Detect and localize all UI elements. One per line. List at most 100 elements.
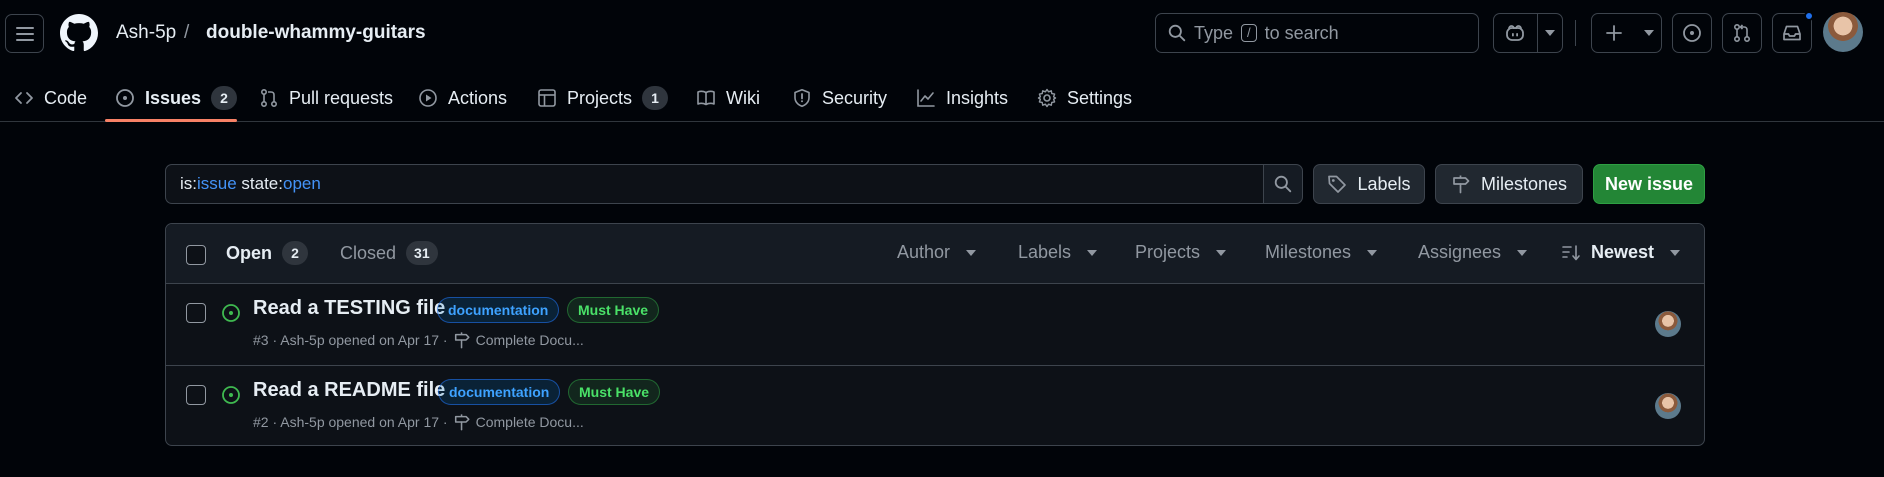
chevron-down-icon [1544, 30, 1555, 36]
issue-opened-icon [222, 304, 240, 322]
filter-state-value: open [283, 174, 321, 193]
tag-icon [1328, 175, 1347, 193]
tab-wiki[interactable]: Wiki [696, 74, 760, 122]
issue-list: Open 2 Closed 31 Author Labels Projects … [165, 223, 1705, 446]
tab-issues-label: Issues [145, 87, 202, 108]
search-icon [1274, 175, 1292, 193]
tab-actions[interactable]: Actions [418, 74, 507, 122]
milestone-icon [1453, 175, 1470, 194]
issues-shortcut-button[interactable] [1672, 13, 1712, 53]
tab-projects[interactable]: Projects 1 [537, 74, 669, 122]
labels-button[interactable]: Labels [1313, 164, 1425, 204]
milestones-button-label: Milestones [1480, 173, 1568, 194]
milestones-filter-label: Milestones [1265, 242, 1352, 262]
issue-opened-icon [116, 89, 134, 107]
open-issues-label: Open [226, 242, 273, 263]
tab-projects-label: Projects [567, 87, 633, 108]
issue-title-link[interactable]: Read a README file [253, 379, 445, 402]
issues-filter-input[interactable]: is: issue state: open [165, 164, 1264, 204]
chevron-down-icon [1367, 249, 1378, 256]
assignee-avatar[interactable] [1655, 393, 1681, 419]
tab-code-label: Code [44, 87, 88, 108]
issue-select-checkbox[interactable] [186, 303, 206, 323]
global-search-input[interactable]: Type / to search [1155, 13, 1479, 53]
filter-is-key: is: [180, 174, 197, 193]
copilot-button-group [1493, 13, 1563, 53]
new-issue-button[interactable]: New issue [1593, 164, 1705, 204]
label-must-have[interactable]: Must Have [568, 379, 661, 405]
inbox-icon [1783, 25, 1801, 41]
issue-opened-icon [222, 386, 240, 404]
assignees-filter-dropdown[interactable]: Assignees [1418, 242, 1528, 263]
copilot-button[interactable] [1494, 14, 1537, 52]
chevron-down-icon [1216, 249, 1227, 256]
chevron-down-icon [1087, 249, 1098, 256]
tab-security[interactable]: Security [792, 74, 887, 122]
closed-issues-count: 31 [406, 241, 438, 265]
issue-list-header: Open 2 Closed 31 Author Labels Projects … [166, 224, 1704, 284]
plus-icon [1606, 25, 1622, 41]
breadcrumb-repo[interactable]: double-whammy-guitars [206, 22, 426, 44]
breadcrumb-owner[interactable]: Ash-5p [116, 22, 176, 44]
book-icon [697, 90, 715, 106]
projects-filter-dropdown[interactable]: Projects [1135, 242, 1227, 263]
tab-pull-requests[interactable]: Pull requests [259, 74, 393, 122]
filter-search-button[interactable] [1263, 164, 1303, 204]
open-issues-tab[interactable]: Open 2 [226, 241, 309, 265]
play-icon [419, 89, 437, 107]
open-issues-count: 2 [282, 241, 309, 265]
gear-icon [1037, 88, 1057, 108]
label-must-have[interactable]: Must Have [567, 297, 660, 323]
copilot-icon [1506, 25, 1525, 41]
label-documentation[interactable]: documentation [437, 297, 560, 323]
header-divider [1575, 20, 1576, 46]
issue-row: Read a TESTING file documentation Must H… [166, 284, 1704, 365]
chevron-down-icon [966, 249, 977, 256]
pull-requests-shortcut-button[interactable] [1722, 13, 1762, 53]
issue-milestone-link[interactable]: Complete Docu... [476, 414, 584, 430]
milestones-button[interactable]: Milestones [1435, 164, 1583, 204]
label-documentation[interactable]: documentation [438, 379, 561, 405]
tab-insights[interactable]: Insights [916, 74, 1008, 122]
issue-meta-text: #2 · Ash-5p opened on Apr 17 · [253, 414, 448, 430]
issue-milestone-link[interactable]: Complete Docu... [476, 332, 584, 348]
issue-meta-text: #3 · Ash-5p opened on Apr 17 · [253, 332, 448, 348]
milestone-icon [454, 414, 470, 431]
assignees-filter-label: Assignees [1418, 242, 1502, 262]
create-new-button[interactable] [1592, 14, 1636, 52]
chevron-down-icon [1670, 249, 1681, 256]
tab-settings-label: Settings [1067, 87, 1133, 108]
search-placeholder-post: to search [1264, 22, 1339, 43]
github-logo-icon[interactable] [60, 14, 98, 52]
copilot-dropdown-button[interactable] [1538, 14, 1562, 52]
closed-issues-label: Closed [340, 242, 397, 263]
tab-issues-count: 2 [211, 86, 238, 110]
user-avatar[interactable] [1823, 12, 1863, 52]
create-new-dropdown-button[interactable] [1636, 14, 1661, 52]
tab-projects-count: 1 [642, 86, 669, 110]
author-filter-dropdown[interactable]: Author [897, 242, 977, 263]
table-icon [538, 89, 556, 107]
issue-title-link[interactable]: Read a TESTING file [253, 297, 445, 320]
shield-icon [794, 89, 810, 108]
hamburger-icon [15, 26, 34, 41]
filter-is-value: issue [197, 174, 237, 193]
milestones-filter-dropdown[interactable]: Milestones [1265, 242, 1378, 263]
chevron-down-icon [1517, 249, 1528, 256]
breadcrumb-separator: / [184, 22, 190, 43]
tab-settings[interactable]: Settings [1037, 74, 1132, 122]
select-all-checkbox[interactable] [186, 245, 206, 265]
closed-issues-tab[interactable]: Closed 31 [340, 241, 438, 265]
issue-meta: #3 · Ash-5p opened on Apr 17 · Complete … [253, 331, 584, 349]
sort-dropdown[interactable]: Newest [1561, 242, 1681, 263]
labels-filter-dropdown[interactable]: Labels [1018, 242, 1098, 263]
tab-wiki-label: Wiki [726, 87, 760, 108]
menu-button[interactable] [5, 14, 44, 53]
issue-meta: #2 · Ash-5p opened on Apr 17 · Complete … [253, 413, 584, 431]
assignee-avatar[interactable] [1655, 311, 1681, 337]
tab-code[interactable]: Code [14, 74, 87, 122]
projects-filter-label: Projects [1135, 242, 1201, 262]
tab-issues[interactable]: Issues 2 [115, 74, 238, 122]
create-new-button-group [1591, 13, 1662, 53]
issue-select-checkbox[interactable] [186, 385, 206, 405]
